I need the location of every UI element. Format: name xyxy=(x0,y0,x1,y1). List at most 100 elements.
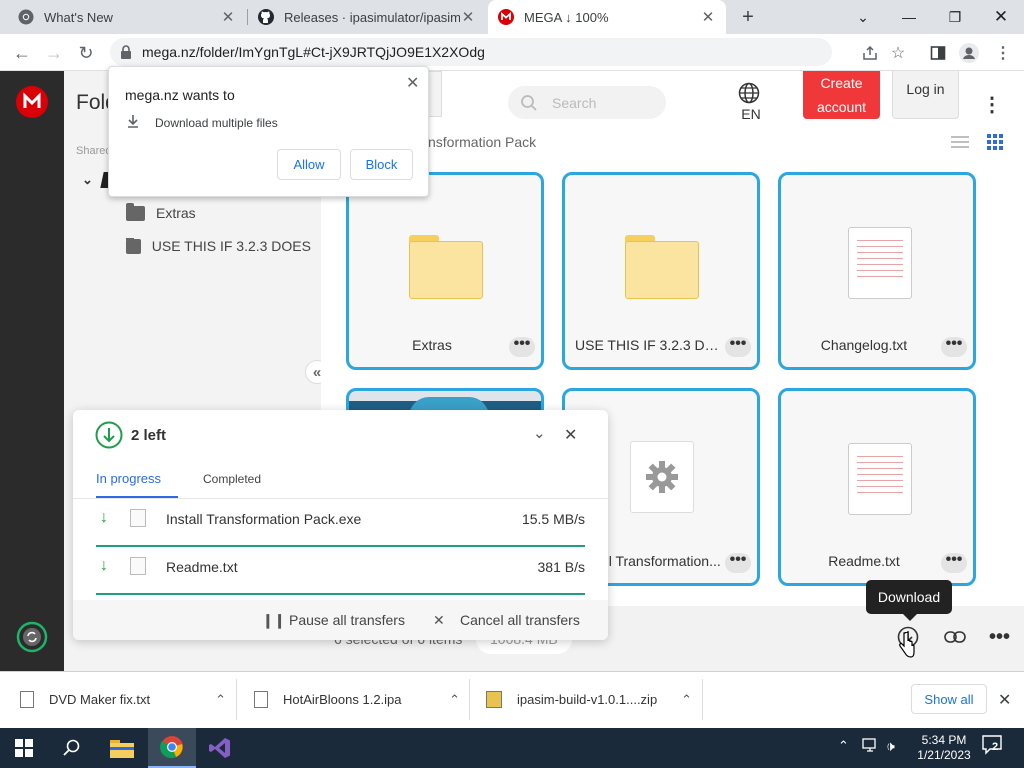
chrome-menu-icon[interactable]: ⋮ xyxy=(990,40,1016,66)
download-item[interactable]: HotAirBloons 1.2.ipa ⌃ xyxy=(254,671,466,728)
mega-favicon xyxy=(498,9,514,25)
minimize-button[interactable]: — xyxy=(886,0,932,34)
folder-icon xyxy=(409,235,483,299)
chevron-up-icon[interactable]: ⌃ xyxy=(215,692,226,708)
more-actions-icon[interactable]: ••• xyxy=(989,626,1010,649)
chevron-down-icon[interactable]: ⌄ xyxy=(533,424,546,442)
transfer-row[interactable]: ↓ Install Transformation Pack.exe 15.5 M… xyxy=(96,499,585,547)
share-icon[interactable] xyxy=(857,40,883,66)
download-filename: DVD Maker fix.txt xyxy=(49,692,151,707)
tab-title: What's New xyxy=(44,9,113,25)
address-bar[interactable]: mega.nz/folder/ImYgnTgL#Ct-jX9JRTQjJO9E1… xyxy=(110,38,832,66)
tree-item-label: Extras xyxy=(156,205,196,221)
chevron-up-icon[interactable]: ⌃ xyxy=(681,692,692,708)
lock-icon[interactable] xyxy=(110,45,142,59)
close-tab-icon[interactable]: ✕ xyxy=(460,8,476,26)
mega-sidebar xyxy=(0,71,64,671)
text-file-icon xyxy=(20,691,34,708)
tree-item-use-this[interactable]: USE THIS IF 3.2.3 DOES xyxy=(126,238,311,254)
download-filename: HotAirBloons 1.2.ipa xyxy=(283,692,402,707)
cancel-icon: ✕ xyxy=(433,612,445,628)
globe-icon[interactable] xyxy=(738,82,760,109)
tab-github-releases[interactable]: Releases · ipasimulator/ipasim · GitHub … xyxy=(248,0,486,34)
grid-view-icon[interactable] xyxy=(987,134,1003,155)
clock-time: 5:34 PM xyxy=(921,733,967,747)
more-options-button[interactable]: ••• xyxy=(725,336,751,357)
grid-item-readme[interactable]: Readme.txt ••• xyxy=(778,388,976,586)
search-icon[interactable] xyxy=(48,728,96,768)
more-options-button[interactable]: ••• xyxy=(509,336,535,357)
login-button[interactable]: Log in xyxy=(892,71,959,119)
start-windows-icon[interactable] xyxy=(0,728,48,768)
tree-item-extras[interactable]: Extras xyxy=(126,202,196,221)
mega-logo-icon[interactable] xyxy=(16,86,48,123)
file-explorer-icon[interactable] xyxy=(98,728,146,768)
tab-search-icon[interactable]: ⌄ xyxy=(840,0,886,34)
search-box[interactable]: Search xyxy=(508,86,666,119)
more-options-button[interactable]: ••• xyxy=(941,336,967,357)
download-filename: ipasim-build-v1.0.1....zip xyxy=(517,692,658,707)
new-tab-button[interactable]: + xyxy=(735,4,761,30)
tree-expand-chevron-icon[interactable]: ⌄ xyxy=(82,172,93,188)
hand-cursor-icon xyxy=(899,631,915,663)
grid-item-use-this[interactable]: USE THIS IF 3.2.3 DO... ••• xyxy=(562,172,760,370)
download-item[interactable]: ipasim-build-v1.0.1....zip ⌃ xyxy=(486,671,698,728)
forward-button[interactable]: → xyxy=(41,40,67,66)
grid-item-changelog[interactable]: Changelog.txt ••• xyxy=(778,172,976,370)
tab-in-progress[interactable]: In progress xyxy=(96,471,161,486)
transfer-row[interactable]: ↓ Readme.txt 381 B/s xyxy=(96,547,585,595)
bookmark-star-icon[interactable]: ☆ xyxy=(885,40,911,66)
block-button[interactable]: Block xyxy=(350,149,413,180)
clock[interactable]: 5:34 PM 1/21/2023 xyxy=(908,733,980,763)
tab-mega[interactable]: MEGA ↓ 100% ✕ xyxy=(488,0,726,34)
download-arrow-icon: ↓ xyxy=(100,509,108,526)
list-view-icon[interactable] xyxy=(951,134,969,155)
folder-icon xyxy=(126,202,145,221)
close-window-button[interactable]: ✕ xyxy=(978,0,1024,34)
transfer-filename: Install Transformation Pack.exe xyxy=(166,511,362,527)
network-icon[interactable] xyxy=(862,738,880,759)
close-tab-icon[interactable]: ✕ xyxy=(220,8,236,26)
grid-item-extras[interactable]: Extras ••• xyxy=(346,172,544,370)
tree-item-label: USE THIS IF 3.2.3 DOES xyxy=(151,238,311,254)
exe-file-icon xyxy=(130,509,146,527)
sync-status-icon[interactable] xyxy=(16,621,48,658)
close-icon[interactable]: ✕ xyxy=(406,73,419,93)
download-item[interactable]: DVD Maker fix.txt ⌃ xyxy=(20,671,232,728)
grid-item-label: Changelog.txt xyxy=(820,337,908,353)
maximize-button[interactable]: ❐ xyxy=(932,0,978,34)
show-all-button[interactable]: Show all xyxy=(911,684,987,714)
transfer-status-icon xyxy=(95,421,123,454)
transfers-remaining: 2 left xyxy=(131,427,167,444)
tray-chevron-icon[interactable]: ⌃ xyxy=(838,738,849,754)
cancel-all-button[interactable]: Cancel all transfers xyxy=(460,612,580,628)
notification-center-icon[interactable]: 2 xyxy=(982,735,1008,759)
allow-button[interactable]: Allow xyxy=(277,149,341,180)
create-account-button[interactable]: Create account xyxy=(803,71,880,119)
profile-avatar-icon[interactable] xyxy=(956,40,982,66)
reload-button[interactable]: ↻ xyxy=(73,40,99,66)
chevron-up-icon[interactable]: ⌃ xyxy=(449,692,460,708)
close-icon[interactable]: ✕ xyxy=(564,425,577,445)
chrome-taskbar-icon[interactable] xyxy=(148,728,196,768)
tab-title: MEGA ↓ 100% xyxy=(524,9,609,25)
back-button[interactable]: ← xyxy=(9,40,35,66)
shelf-divider xyxy=(469,679,470,720)
more-options-button[interactable]: ••• xyxy=(941,552,967,573)
transfer-speed: 381 B/s xyxy=(537,559,585,575)
link-icon[interactable] xyxy=(944,626,966,653)
tab-whats-new[interactable]: What's New ✕ xyxy=(8,0,246,34)
tab-completed[interactable]: Completed xyxy=(203,472,261,486)
volume-icon[interactable]: 🕩 xyxy=(886,738,895,755)
breadcrumb[interactable]: nsformation Pack xyxy=(428,134,536,150)
visual-studio-icon[interactable] xyxy=(196,728,244,768)
download-arrow-icon xyxy=(127,115,139,133)
more-options-button[interactable]: ••• xyxy=(725,552,751,573)
language-label[interactable]: EN xyxy=(738,106,764,122)
zip-file-icon xyxy=(486,691,502,708)
mega-menu-icon[interactable]: ⋮ xyxy=(982,92,1002,117)
side-panel-icon[interactable] xyxy=(925,40,951,66)
close-tab-icon[interactable]: ✕ xyxy=(700,8,716,26)
pause-all-button[interactable]: Pause all transfers xyxy=(289,612,405,628)
close-shelf-icon[interactable]: ✕ xyxy=(998,690,1011,710)
